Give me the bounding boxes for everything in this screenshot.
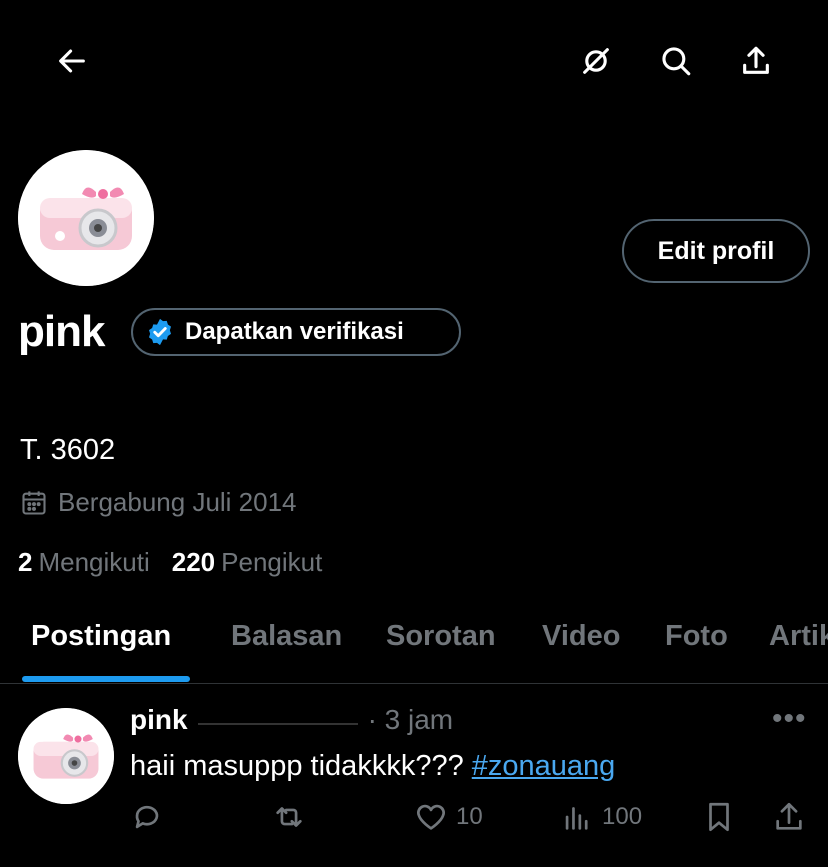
- search-button[interactable]: [652, 37, 700, 85]
- active-tab-indicator: [22, 676, 190, 682]
- reply-icon: [135, 805, 159, 829]
- post-author-name[interactable]: pink: [130, 704, 188, 736]
- post-share-button[interactable]: [772, 800, 806, 834]
- get-verified-button[interactable]: Dapatkan verifikasi: [131, 308, 461, 356]
- share-button[interactable]: [732, 37, 780, 85]
- hello-kitty-camera-icon: [18, 708, 114, 804]
- followers-count: 220: [171, 547, 216, 577]
- post-body: haii masuppp tidakkkk???: [130, 750, 472, 782]
- share-icon: [776, 802, 802, 830]
- profile-avatar[interactable]: [18, 150, 154, 286]
- tab-balasan[interactable]: Balasan: [231, 620, 342, 653]
- tab-video[interactable]: Video: [542, 620, 620, 653]
- search-icon: [662, 47, 691, 76]
- redacted-handle: [197, 715, 358, 725]
- arrow-left-icon: [59, 49, 85, 73]
- verified-badge-icon: [149, 318, 171, 346]
- tab-foto[interactable]: Foto: [665, 620, 728, 653]
- joined-label: Bergabung Juli 2014: [58, 487, 297, 517]
- profile-name: pink: [18, 307, 105, 356]
- tab-sorotan[interactable]: Sorotan: [386, 620, 496, 653]
- repost-icon: [276, 807, 302, 827]
- repost-button[interactable]: [272, 800, 306, 834]
- following-count: 2: [18, 547, 33, 577]
- followers-label: Pengikut: [221, 547, 323, 577]
- post-avatar[interactable]: [18, 708, 114, 804]
- get-verified-label: Dapatkan verifikasi: [185, 318, 404, 345]
- edit-profile-button[interactable]: Edit profil: [622, 219, 810, 283]
- follow-stats: 2 Mengikuti 220 Pengikut: [18, 547, 322, 578]
- followers-link[interactable]: 220 Pengikut: [172, 547, 323, 578]
- calendar-icon: [22, 490, 46, 515]
- following-label: Mengikuti: [38, 547, 150, 577]
- share-icon: [743, 46, 769, 74]
- post-header: pink · 3 jam: [130, 704, 453, 736]
- hashtag-link[interactable]: #zonauang: [472, 750, 616, 782]
- bookmark-icon: [709, 802, 729, 832]
- like-count: 10: [456, 803, 483, 830]
- hello-kitty-camera-icon: [18, 150, 154, 286]
- joined-date: Bergabung Juli 2014: [20, 487, 297, 518]
- tab-artikel[interactable]: Artik: [769, 620, 828, 653]
- tab-postingan[interactable]: Postingan: [31, 620, 171, 653]
- view-count: 100: [602, 803, 643, 830]
- profile-bio: T. 3602: [20, 434, 116, 466]
- bookmark-button[interactable]: [702, 800, 736, 834]
- views-icon: [565, 807, 588, 830]
- profile-tabs: Postingan Balasan Sorotan Video Foto Art…: [0, 604, 828, 684]
- post-time: · 3 jam: [367, 704, 454, 735]
- back-button[interactable]: [48, 37, 96, 85]
- following-link[interactable]: 2 Mengikuti: [18, 547, 150, 578]
- post-text: haii masuppp tidakkkk??? #zonauang: [130, 750, 615, 783]
- grok-button[interactable]: [572, 37, 620, 85]
- heart-icon: [417, 804, 445, 830]
- like-button[interactable]: 10: [414, 800, 483, 834]
- reply-button[interactable]: [130, 800, 164, 834]
- views-button[interactable]: 100: [560, 800, 642, 834]
- more-options-icon[interactable]: •••: [772, 702, 807, 736]
- grok-icon: [583, 48, 609, 74]
